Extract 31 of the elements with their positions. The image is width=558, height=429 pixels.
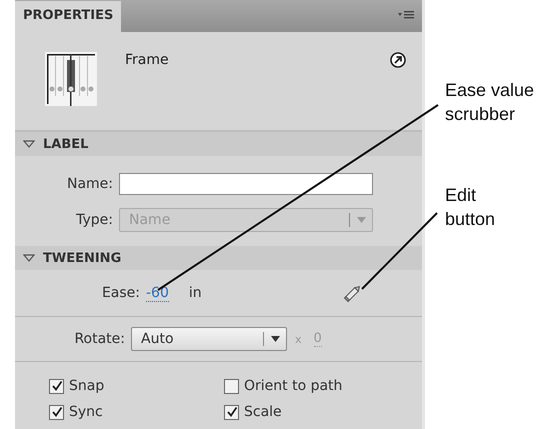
callout-text: Ease value scrubber — [445, 79, 536, 126]
caret-icon — [356, 217, 366, 223]
checkbox-label: Orient to path — [244, 378, 342, 394]
checkbox[interactable] — [224, 404, 239, 420]
frame-title: Frame — [125, 52, 169, 68]
field-label: Ease: — [100, 285, 141, 301]
section-title: LABEL — [43, 136, 88, 152]
section-title: TWEENING — [43, 250, 122, 266]
checkbox[interactable] — [49, 378, 64, 394]
rotate-dropdown[interactable]: Auto — [131, 327, 287, 351]
checkbox[interactable] — [49, 404, 64, 420]
ease-unit: in — [188, 285, 202, 301]
section-header[interactable]: TWEENING — [15, 246, 422, 270]
ease-value-scrubber[interactable]: -60 — [146, 284, 169, 302]
checkbox-label: Scale — [244, 404, 282, 420]
times-sign: x — [295, 332, 302, 346]
section-header[interactable]: LABEL — [15, 132, 422, 156]
checkbox[interactable] — [224, 378, 239, 394]
pencil-icon[interactable] — [343, 283, 363, 303]
checkbox-label: Snap — [69, 378, 104, 394]
field-label: Rotate: — [73, 331, 126, 347]
callout-text: Edit button — [445, 184, 496, 231]
properties-tab[interactable]: PROPERTIES — [15, 1, 122, 32]
arrow-circle-icon[interactable] — [390, 52, 406, 68]
checkbox-label: Sync — [69, 404, 103, 420]
panel-menu-icon[interactable] — [398, 10, 414, 20]
field-label: Type: — [75, 212, 114, 228]
caret-icon — [270, 336, 280, 342]
field-label: Name: — [66, 176, 114, 192]
frame-thumbnail-icon — [45, 52, 97, 106]
name-field[interactable] — [119, 173, 373, 195]
